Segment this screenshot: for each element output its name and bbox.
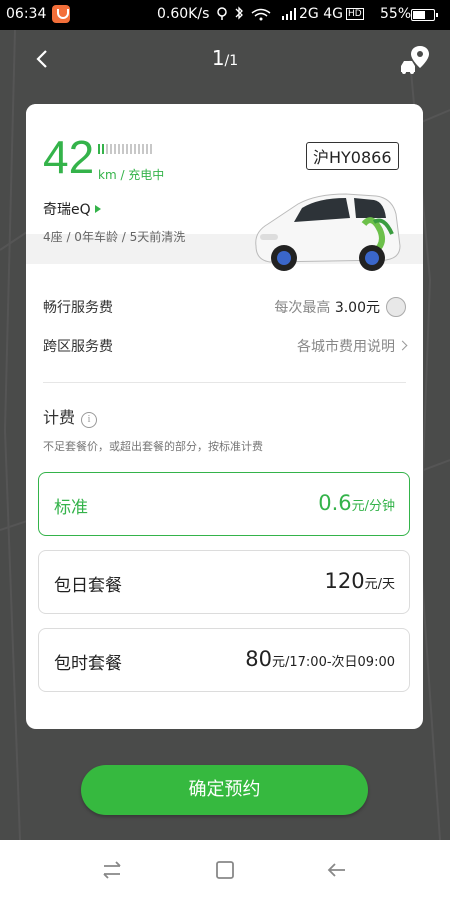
plan-price: 80元/17:00-次日09:00 <box>245 647 395 671</box>
plan-name: 标准 <box>54 498 88 518</box>
car-model[interactable]: 奇瑞eQ <box>43 199 101 219</box>
status-bar: 06:34 0.60K/s 2G 4G HD 55% <box>0 0 450 30</box>
network-speed: 0.60K/s <box>157 6 210 22</box>
plan-daily[interactable]: 包日套餐 120元/天 <box>38 550 410 614</box>
plan-price: 0.6元/分钟 <box>318 491 395 515</box>
confirm-booking-button[interactable]: 确定预约 <box>81 765 368 815</box>
divider <box>43 382 406 383</box>
plan-price-unit: 元/天 <box>364 577 395 592</box>
range-value: 42 <box>43 131 95 183</box>
car-model-label: 奇瑞eQ <box>43 202 91 218</box>
plan-price-value: 0.6 <box>318 491 352 515</box>
plan-price: 120元/天 <box>325 569 395 593</box>
cross-region-fee-label: 跨区服务费 <box>43 339 113 355</box>
system-icons <box>216 6 278 26</box>
back-icon[interactable] <box>325 858 349 882</box>
plan-price-value: 80 <box>245 647 272 671</box>
recents-icon[interactable] <box>100 858 124 882</box>
service-fee-label: 畅行服务费 <box>43 300 113 316</box>
service-fee-prefix: 每次最高 <box>274 300 331 316</box>
info-icon[interactable]: i <box>81 412 98 428</box>
plan-price-unit: 元/17:00-次日09:00 <box>272 655 395 670</box>
battery-level-bars <box>98 144 152 154</box>
plan-price-unit: 元/分钟 <box>351 499 395 514</box>
home-icon[interactable] <box>213 858 237 882</box>
car-image <box>255 193 401 271</box>
location-bluetooth-wifi-icon <box>217 6 271 21</box>
cross-region-fee-row[interactable]: 跨区服务费 各城市费用说明 <box>43 336 408 356</box>
page-current: 1 <box>211 46 225 70</box>
car-location-icon[interactable] <box>398 44 432 78</box>
service-fee-row: 畅行服务费 每次最高 3.00元 <box>43 296 406 317</box>
service-fee-toggle[interactable] <box>386 296 406 317</box>
hd-badge: HD <box>345 8 364 20</box>
plan-name: 包时套餐 <box>54 654 122 674</box>
battery-percent: 55% <box>380 6 412 22</box>
plan-overnight[interactable]: 包时套餐 80元/17:00-次日09:00 <box>38 628 410 692</box>
pricing-title: 计费 i <box>43 404 98 428</box>
network-type: 2G 4G <box>299 6 343 22</box>
license-plate: 沪HY0866 <box>306 142 399 170</box>
plan-name: 包日套餐 <box>54 576 122 596</box>
signal-icon <box>282 8 296 20</box>
status-time: 06:34 <box>6 6 47 22</box>
play-icon <box>94 205 101 213</box>
page-indicator: 1/1 <box>0 46 450 70</box>
car-detail-card: 42 km / 充电中 沪HY0866 奇瑞eQ 4座 / 0年车龄 / 5天前… <box>26 104 423 729</box>
range-unit: km / 充电中 <box>98 168 165 182</box>
pricing-title-label: 计费 <box>43 408 76 427</box>
battery-icon <box>411 9 438 21</box>
plan-price-value: 120 <box>324 569 365 593</box>
network-indicators: 2G 4G HD <box>282 6 364 22</box>
notification-app-icon <box>52 5 70 23</box>
chevron-right-icon <box>397 340 408 351</box>
pricing-note: 不足套餐价，或超出套餐的部分，按标准计费 <box>43 440 263 453</box>
car-info: 4座 / 0年车龄 / 5天前清洗 <box>43 230 186 244</box>
page-total: /1 <box>224 53 239 69</box>
plan-standard[interactable]: 标准 0.6元/分钟 <box>38 472 410 536</box>
city-fee-link[interactable]: 各城市费用说明 <box>297 339 395 355</box>
service-fee-value: 3.00元 <box>334 300 380 316</box>
system-nav-bar <box>0 840 450 900</box>
